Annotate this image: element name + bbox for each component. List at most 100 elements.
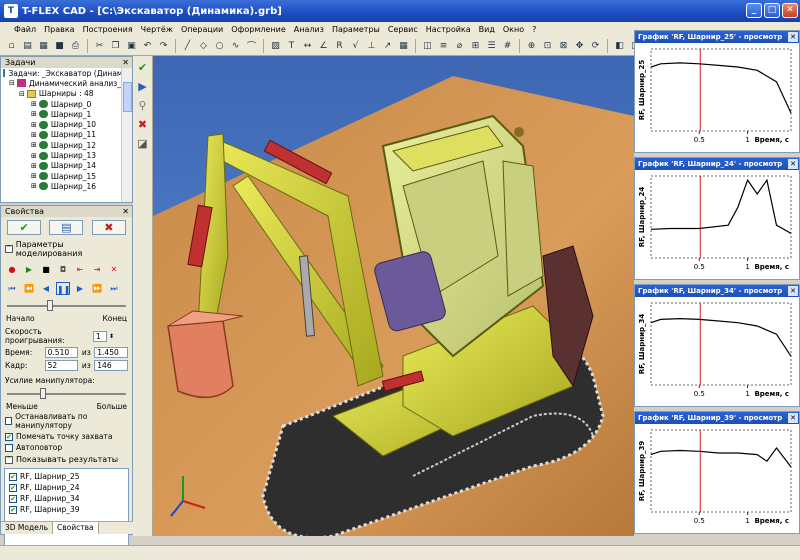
stop-icon[interactable]: ■ <box>39 263 53 276</box>
tree-item[interactable]: ⊞ Шарнир_12 <box>1 140 132 150</box>
attach-icon[interactable]: ⌀ <box>452 38 467 53</box>
tab-properties[interactable]: Свойства <box>53 522 99 534</box>
tree-scrollbar[interactable] <box>121 68 132 202</box>
frame-field[interactable]: 52 <box>44 360 79 371</box>
fast-forward-icon[interactable]: ⏩ <box>90 282 104 295</box>
collapse-icon[interactable]: ^ <box>5 455 13 464</box>
layers-icon[interactable]: ☰ <box>484 38 499 53</box>
menu-analysis[interactable]: Анализ <box>290 25 328 34</box>
collapse-icon[interactable]: ⊟ <box>9 79 15 87</box>
open-icon[interactable]: ▦ <box>36 38 51 53</box>
rotate-icon[interactable]: ⟳ <box>588 38 603 53</box>
sim-params-section[interactable]: ^ Параметры моделирования <box>1 238 132 260</box>
tolerance-icon[interactable]: ⊥ <box>364 38 379 53</box>
menu-settings[interactable]: Настройка <box>422 25 475 34</box>
record-start-icon[interactable]: ⇤ <box>73 263 87 276</box>
play-icon[interactable]: ▶ <box>22 263 36 276</box>
fillet-tool-icon[interactable]: ⌒ <box>244 38 259 53</box>
table-icon[interactable]: ▦ <box>396 38 411 53</box>
save-icon[interactable]: ■ <box>52 38 67 53</box>
time-field[interactable]: 0.510 <box>44 347 79 358</box>
tree-joints-folder[interactable]: ⊟ Шарниры : 48 <box>1 89 132 99</box>
camera-icon[interactable]: ◘ <box>56 263 70 276</box>
undo-icon[interactable]: ↶ <box>140 38 155 53</box>
hatch-tool-icon[interactable]: ▨ <box>268 38 283 53</box>
result-item[interactable]: ✔ RF, Шарнир_39 <box>5 504 128 515</box>
close-icon[interactable]: ✕ <box>788 159 798 169</box>
tree-item[interactable]: ⊞ Шарнир_14 <box>1 161 132 171</box>
menu-file[interactable]: Файл <box>10 25 40 34</box>
curve-tool-icon[interactable]: ∿ <box>228 38 243 53</box>
graph-window-24[interactable]: График 'RF, Шарнир_24' - просмотр ✕ RF, Ш… <box>634 157 800 280</box>
tree-item[interactable]: ⊞ Шарнир_13 <box>1 150 132 160</box>
line-tool-icon[interactable]: ╱ <box>180 38 195 53</box>
leader-icon[interactable]: ↗ <box>380 38 395 53</box>
record-icon[interactable]: ● <box>5 263 19 276</box>
spinner-icon[interactable]: ⬍ <box>109 333 114 340</box>
autorepeat-checkbox[interactable]: Автоповтор <box>1 442 132 453</box>
tree-item[interactable]: ⊞ Шарнир_15 <box>1 171 132 181</box>
tree-item[interactable]: ⊞ Шарнир_1 <box>1 109 132 119</box>
frame-slider[interactable] <box>7 300 126 312</box>
tree-item[interactable]: ⊞ Шарнир_10 <box>1 119 132 129</box>
maximize-button[interactable]: □ <box>764 3 780 18</box>
redo-icon[interactable]: ↷ <box>156 38 171 53</box>
menu-window[interactable]: Окно <box>499 25 528 34</box>
model-tree-icon[interactable]: ⊞ <box>468 38 483 53</box>
menu-annotation[interactable]: Оформление <box>227 25 290 34</box>
ok-button[interactable]: ✔ <box>7 220 42 235</box>
apply-button[interactable]: ▤ <box>49 220 84 235</box>
step-icon[interactable]: ▶ <box>135 79 150 94</box>
paste-icon[interactable]: ▣ <box>124 38 139 53</box>
graph-window-34[interactable]: График 'RF, Шарнир_34' - просмотр ✕ RF, Ш… <box>634 284 800 407</box>
minimize-button[interactable]: _ <box>746 3 762 18</box>
expand-icon[interactable]: ⊞ <box>31 110 37 118</box>
manip-slider[interactable] <box>7 388 126 400</box>
tree-item[interactable]: ⊞ Шарнир_11 <box>1 130 132 140</box>
collapse-icon[interactable]: ⊟ <box>19 90 25 98</box>
radius-dim-icon[interactable]: R <box>332 38 347 53</box>
graph-window-25[interactable]: График 'RF, Шарнир_25' - просмотр ✕ RF, Ш… <box>634 30 800 153</box>
roughness-icon[interactable]: √ <box>348 38 363 53</box>
results-section[interactable]: ^ Показывать результаты <box>1 453 132 466</box>
node-tool-icon[interactable]: ◇ <box>196 38 211 53</box>
close-icon[interactable]: ✕ <box>788 286 798 296</box>
expand-icon[interactable]: ⊞ <box>31 152 37 160</box>
result-item[interactable]: ✔ RF, Шарнир_25 <box>5 471 128 482</box>
copy-icon[interactable]: ❐ <box>108 38 123 53</box>
step-back-icon[interactable]: ◀ <box>39 282 53 295</box>
close-icon[interactable]: ✕ <box>788 32 798 42</box>
tab-3d-model[interactable]: 3D Модель <box>1 522 54 534</box>
text-tool-icon[interactable]: T <box>284 38 299 53</box>
circle-tool-icon[interactable]: ○ <box>212 38 227 53</box>
menu-service[interactable]: Сервис <box>384 25 422 34</box>
expand-icon[interactable]: ⊞ <box>31 100 37 108</box>
menu-operations[interactable]: Операции <box>177 25 227 34</box>
mark-grip-checkbox[interactable]: ✔ Помечать точку захвата <box>1 431 132 442</box>
menu-drawing[interactable]: Чертёж <box>137 25 177 34</box>
pan-icon[interactable]: ✥ <box>572 38 587 53</box>
record-end-icon[interactable]: ⇥ <box>90 263 104 276</box>
menu-construct[interactable]: Построения <box>79 25 137 34</box>
new-file-icon[interactable]: ▫ <box>4 38 19 53</box>
help-icon[interactable]: ◪ <box>135 136 150 151</box>
graph-window-39[interactable]: График 'RF, Шарнир_39' - просмотр ✕ RF, Ш… <box>634 411 800 534</box>
fragment-icon[interactable]: ◫ <box>420 38 435 53</box>
variables-icon[interactable]: ≡ <box>436 38 451 53</box>
cancel-icon[interactable]: ✖ <box>135 117 150 132</box>
tree-item[interactable]: ⊞ Шарнир_16 <box>1 181 132 191</box>
rewind-icon[interactable]: ⏪ <box>22 282 36 295</box>
result-item[interactable]: ✔ RF, Шарнир_34 <box>5 493 128 504</box>
open-folder-icon[interactable]: ▤ <box>20 38 35 53</box>
first-frame-icon[interactable]: ⏮ <box>5 282 19 295</box>
check-icon[interactable]: ✔ <box>135 60 150 75</box>
view-front-icon[interactable]: ◧ <box>612 38 627 53</box>
expand-icon[interactable]: ⊞ <box>31 172 37 180</box>
close-button[interactable]: ✕ <box>782 3 798 18</box>
zoom-fit-icon[interactable]: ⊠ <box>556 38 571 53</box>
dimension-tool-icon[interactable]: ↔ <box>300 38 315 53</box>
reset-icon[interactable]: ✕ <box>107 263 121 276</box>
expand-icon[interactable]: ⊞ <box>31 131 37 139</box>
angle-dim-icon[interactable]: ∠ <box>316 38 331 53</box>
tree-root[interactable]: Задачи: _Экскаватор (Динамик <box>1 68 132 78</box>
